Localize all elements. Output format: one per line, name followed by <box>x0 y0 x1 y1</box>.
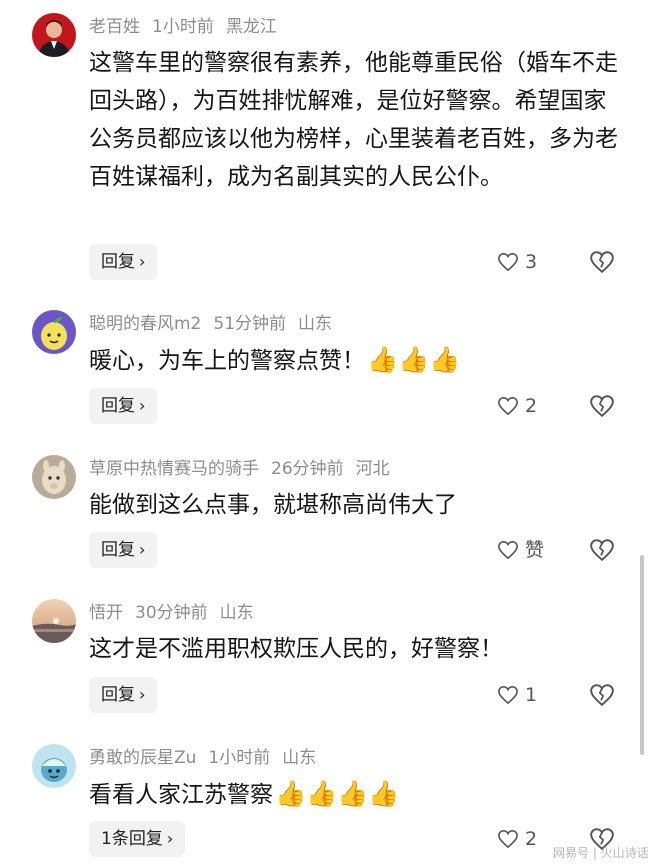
like-button[interactable]: 2 <box>497 821 537 857</box>
reply-button[interactable]: 回复 › <box>89 532 158 568</box>
reply-label: 回复 <box>101 252 135 272</box>
comment-meta: 草原中热情赛马的骑手 26分钟前 河北 <box>89 457 390 481</box>
man-portrait-icon[interactable] <box>32 13 76 57</box>
comment-time: 1小时前 <box>208 748 271 768</box>
comment-meta: 聪明的春风m2 51分钟前 山东 <box>89 312 332 336</box>
comment-location: 黑龙江 <box>225 17 277 37</box>
heart-icon <box>498 252 518 272</box>
reply-button[interactable]: 回复 › <box>89 388 158 424</box>
comment-text: 暖心，为车上的警察点赞！👍👍👍 <box>89 345 461 374</box>
heart-icon <box>498 540 518 560</box>
comment-location: 河北 <box>355 459 390 479</box>
like-count: 1 <box>525 684 538 706</box>
heart-icon <box>498 396 518 416</box>
comment-time: 30分钟前 <box>135 603 208 623</box>
comment-time: 1小时前 <box>152 17 214 37</box>
heart-icon <box>498 829 518 849</box>
comment-location: 山东 <box>219 603 254 623</box>
comment-meta: 勇敢的辰星Zu 1小时前 山东 <box>89 746 316 770</box>
comment-text: 这才是不滥用职权欺压人民的，好警察！ <box>89 636 503 662</box>
comment-location: 山东 <box>298 314 333 334</box>
alpaca-icon[interactable] <box>32 455 76 499</box>
like-button[interactable]: 2 <box>497 388 537 424</box>
like-button[interactable]: 赞 <box>497 532 544 568</box>
comment-username[interactable]: 草原中热情赛马的骑手 <box>89 459 259 479</box>
comment-time: 26分钟前 <box>271 459 344 479</box>
comment-username[interactable]: 聪明的春风m2 <box>89 314 201 334</box>
comment-meta: 悟开 30分钟前 山东 <box>89 601 254 625</box>
heart-icon <box>498 685 518 705</box>
broken-heart-icon[interactable] <box>589 537 615 563</box>
cartoon-lemon-icon[interactable] <box>32 310 76 354</box>
reply-label: 1条回复 <box>101 829 163 849</box>
broken-heart-icon[interactable] <box>589 249 615 275</box>
comment-username[interactable]: 勇敢的辰星Zu <box>89 748 196 768</box>
comment-text: 能做到这么点事，就堪称高尚伟大了 <box>89 492 457 518</box>
comment-username[interactable]: 悟开 <box>89 603 123 623</box>
chevron-right-icon: › <box>139 685 146 704</box>
scrollbar[interactable] <box>640 555 644 755</box>
like-button[interactable]: 1 <box>497 677 537 713</box>
broken-heart-icon[interactable] <box>589 682 615 708</box>
thumbs-up-emoji: 👍👍👍👍 <box>275 779 400 808</box>
sunset-landscape-icon[interactable] <box>32 599 76 643</box>
broken-heart-icon[interactable] <box>589 393 615 419</box>
thumbs-up-emoji: 👍👍👍 <box>367 345 461 374</box>
reply-button[interactable]: 回复 › <box>89 677 158 713</box>
like-count: 2 <box>525 395 538 417</box>
reply-label: 回复 <box>101 685 135 705</box>
chevron-right-icon: › <box>139 252 146 271</box>
comment-meta: 老百姓 1小时前 黑龙江 <box>89 15 277 39</box>
cartoon-character-icon[interactable] <box>32 744 76 788</box>
comment-location: 山东 <box>282 748 317 768</box>
comment-text: 这警车里的警察很有素养，他能尊重民俗（婚车不走回头路），为百姓排忧解难，是位好警… <box>89 50 618 190</box>
like-count: 2 <box>525 828 538 850</box>
like-count: 赞 <box>525 539 545 561</box>
comment-username[interactable]: 老百姓 <box>89 17 140 37</box>
like-count: 3 <box>525 251 538 273</box>
chevron-right-icon: › <box>139 540 146 559</box>
reply-label: 回复 <box>101 540 135 560</box>
like-button[interactable]: 3 <box>497 244 537 280</box>
comment-text: 看看人家江苏警察👍👍👍👍 <box>89 779 400 808</box>
comment-time: 51分钟前 <box>213 314 287 334</box>
reply-label: 回复 <box>101 396 135 416</box>
reply-button[interactable]: 1条回复 › <box>89 821 186 857</box>
watermark: 网易号 | 火山诗话 <box>553 846 649 860</box>
reply-button[interactable]: 回复 › <box>89 244 158 280</box>
chevron-right-icon: › <box>166 829 174 848</box>
chevron-right-icon: › <box>139 396 146 415</box>
